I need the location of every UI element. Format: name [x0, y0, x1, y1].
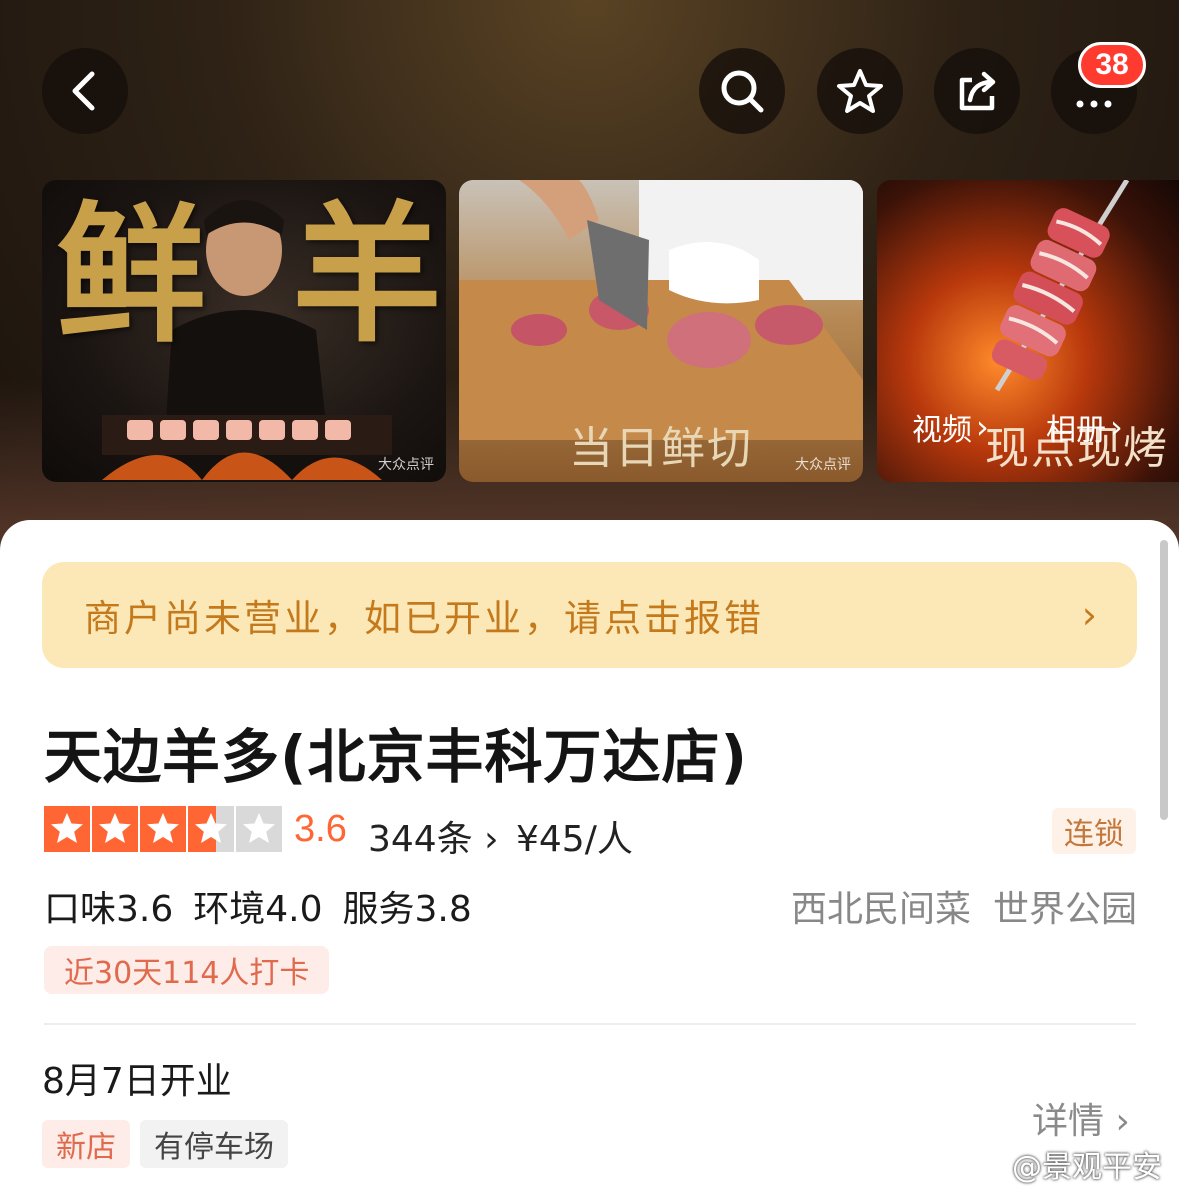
video-link-label: 视频 [912, 413, 972, 448]
details-label: 详情 [1032, 1101, 1105, 1142]
checkin-badge: 近30天114人打卡 [44, 946, 330, 994]
review-count: 344条 [368, 819, 473, 860]
taste-rating: 口味3.6 [44, 889, 174, 930]
share-icon [959, 71, 996, 111]
notice-text: 商户尚未营业，如已开业，请点击报错 [84, 597, 764, 640]
favorite-button[interactable] [817, 48, 903, 134]
video-link[interactable]: 视频 › [912, 405, 989, 449]
tag-parking: 有停车场 [140, 1120, 288, 1168]
search-button[interactable] [699, 48, 785, 134]
share-button[interactable] [934, 48, 1020, 134]
scrollbar[interactable] [1160, 540, 1168, 820]
back-button[interactable] [42, 48, 128, 134]
album-link[interactable]: 相册 › [1046, 405, 1123, 449]
chevron-left-icon [72, 71, 95, 111]
cuisine-label[interactable]: 西北民间菜 [791, 880, 971, 932]
photo-title-char-1: 鲜 [56, 187, 207, 363]
photo-watermark: 大众点评 [795, 457, 851, 473]
price-per-person: ¥45/人 [516, 819, 633, 860]
photo-title-char-2: 羊 [292, 187, 443, 363]
photo-caption: 当日鲜切 [569, 423, 753, 474]
search-icon [721, 70, 764, 113]
weibo-handle: @景观平安 [1012, 1150, 1162, 1185]
rating-star-icon [188, 806, 234, 852]
category-location: 西北民间菜 世界公园 [791, 880, 1137, 932]
album-link-label: 相册 [1046, 413, 1106, 448]
environment-rating: 环境4.0 [193, 889, 323, 930]
chevron-right-icon: › [472, 819, 499, 860]
closed-notice-banner[interactable]: 商户尚未营业，如已开业，请点击报错 › [42, 562, 1137, 668]
rating-star-icon [44, 806, 90, 852]
review-count-link[interactable]: 344条 › [368, 810, 499, 862]
sub-ratings: 口味3.6 环境4.0 服务3.8 [44, 880, 472, 932]
star-rating [44, 806, 284, 852]
service-rating: 服务3.8 [342, 889, 472, 930]
chevron-right-icon: › [1104, 1101, 1130, 1142]
notification-badge: 38 [1078, 42, 1146, 88]
shop-name: 天边羊多(北京丰科万达店) [44, 723, 749, 791]
tag-new-shop: 新店 [42, 1120, 130, 1168]
photo-watermark: 大众点评 [378, 457, 434, 473]
divider [44, 1023, 1136, 1025]
opening-date: 8月7日开业 [42, 1061, 232, 1102]
area-label[interactable]: 世界公园 [993, 880, 1137, 932]
photo-chef-grilling[interactable]: 鲜 羊 大众点评 [42, 180, 446, 482]
chevron-right-icon: › [976, 408, 989, 446]
weibo-watermark: @景观平安 [970, 1142, 1162, 1186]
rating-score: 3.6 [294, 808, 347, 850]
photo-fresh-cut[interactable]: 当日鲜切 大众点评 [459, 180, 863, 482]
rating-star-icon [140, 806, 186, 852]
star-icon [837, 69, 883, 113]
rating-star-icon [236, 806, 282, 852]
chevron-right-icon: › [1110, 408, 1123, 446]
chevron-right-icon: › [1081, 593, 1097, 637]
rating-star-icon [92, 806, 138, 852]
weibo-icon [970, 1151, 1005, 1179]
details-link[interactable]: 详情 › [1032, 1092, 1130, 1144]
chain-tag: 连锁 [1052, 808, 1136, 854]
